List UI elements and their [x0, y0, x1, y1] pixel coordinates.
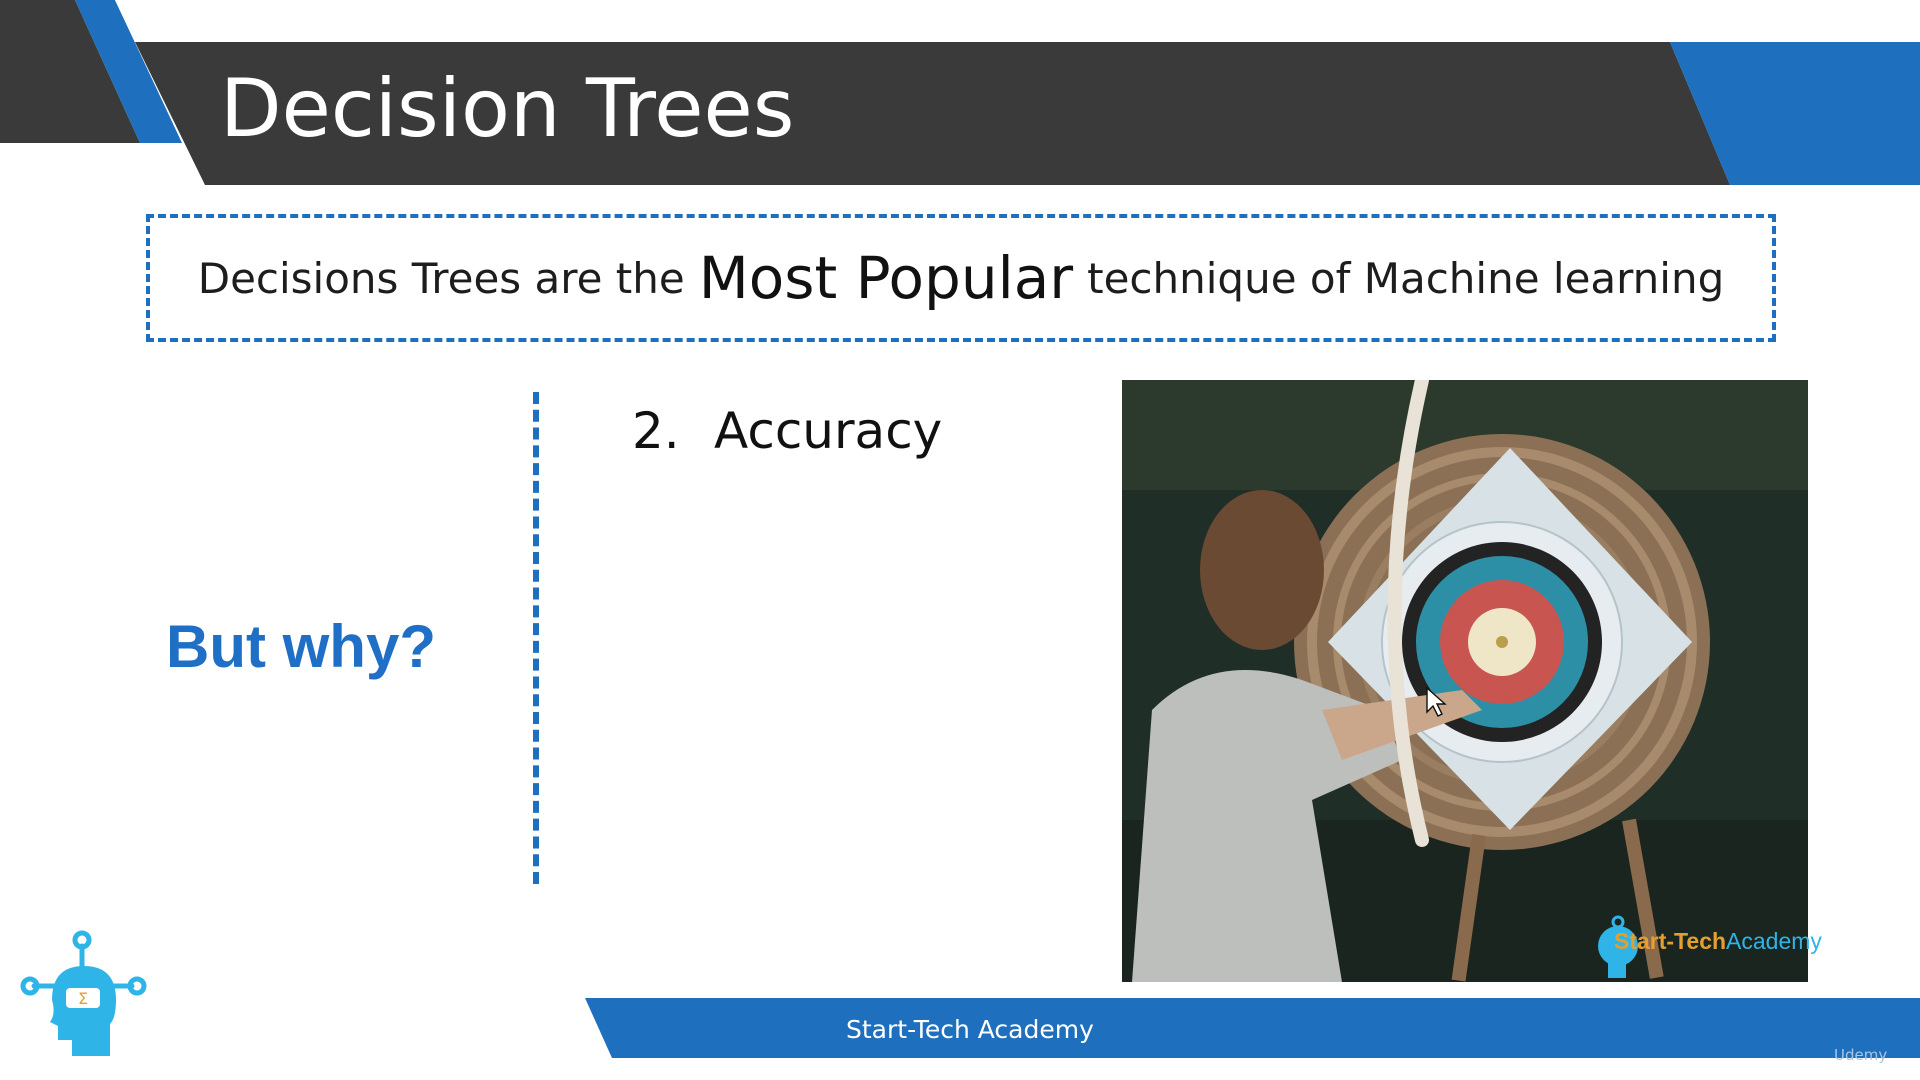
statement-box: Decisions Trees are the Most Popular tec… [146, 214, 1776, 342]
point-text: Accuracy [714, 402, 943, 460]
statement-emphasis: Most Popular [698, 244, 1074, 312]
archery-photo [1122, 380, 1808, 982]
point-number: 2. [632, 402, 680, 460]
photo-watermark: Start-TechAcademy [1614, 928, 1822, 955]
footer-brand: Start-Tech Academy [846, 1015, 1094, 1044]
point-item: 2. Accuracy [632, 402, 942, 460]
archery-target-image [1122, 380, 1808, 982]
watermark-end: Academy [1726, 928, 1822, 954]
slide-title: Decision Trees [220, 62, 795, 155]
statement-before: Decisions Trees are the [197, 253, 685, 303]
udemy-mark: Udemy [1834, 1046, 1888, 1064]
watermark-start: Start-Tech [1614, 928, 1727, 954]
svg-text:Σ: Σ [78, 989, 88, 1008]
statement-after: technique of Machine learning [1087, 253, 1725, 303]
academy-logo-icon: Σ [20, 930, 147, 1056]
question-text: But why? [166, 613, 436, 680]
vertical-divider [533, 392, 539, 884]
